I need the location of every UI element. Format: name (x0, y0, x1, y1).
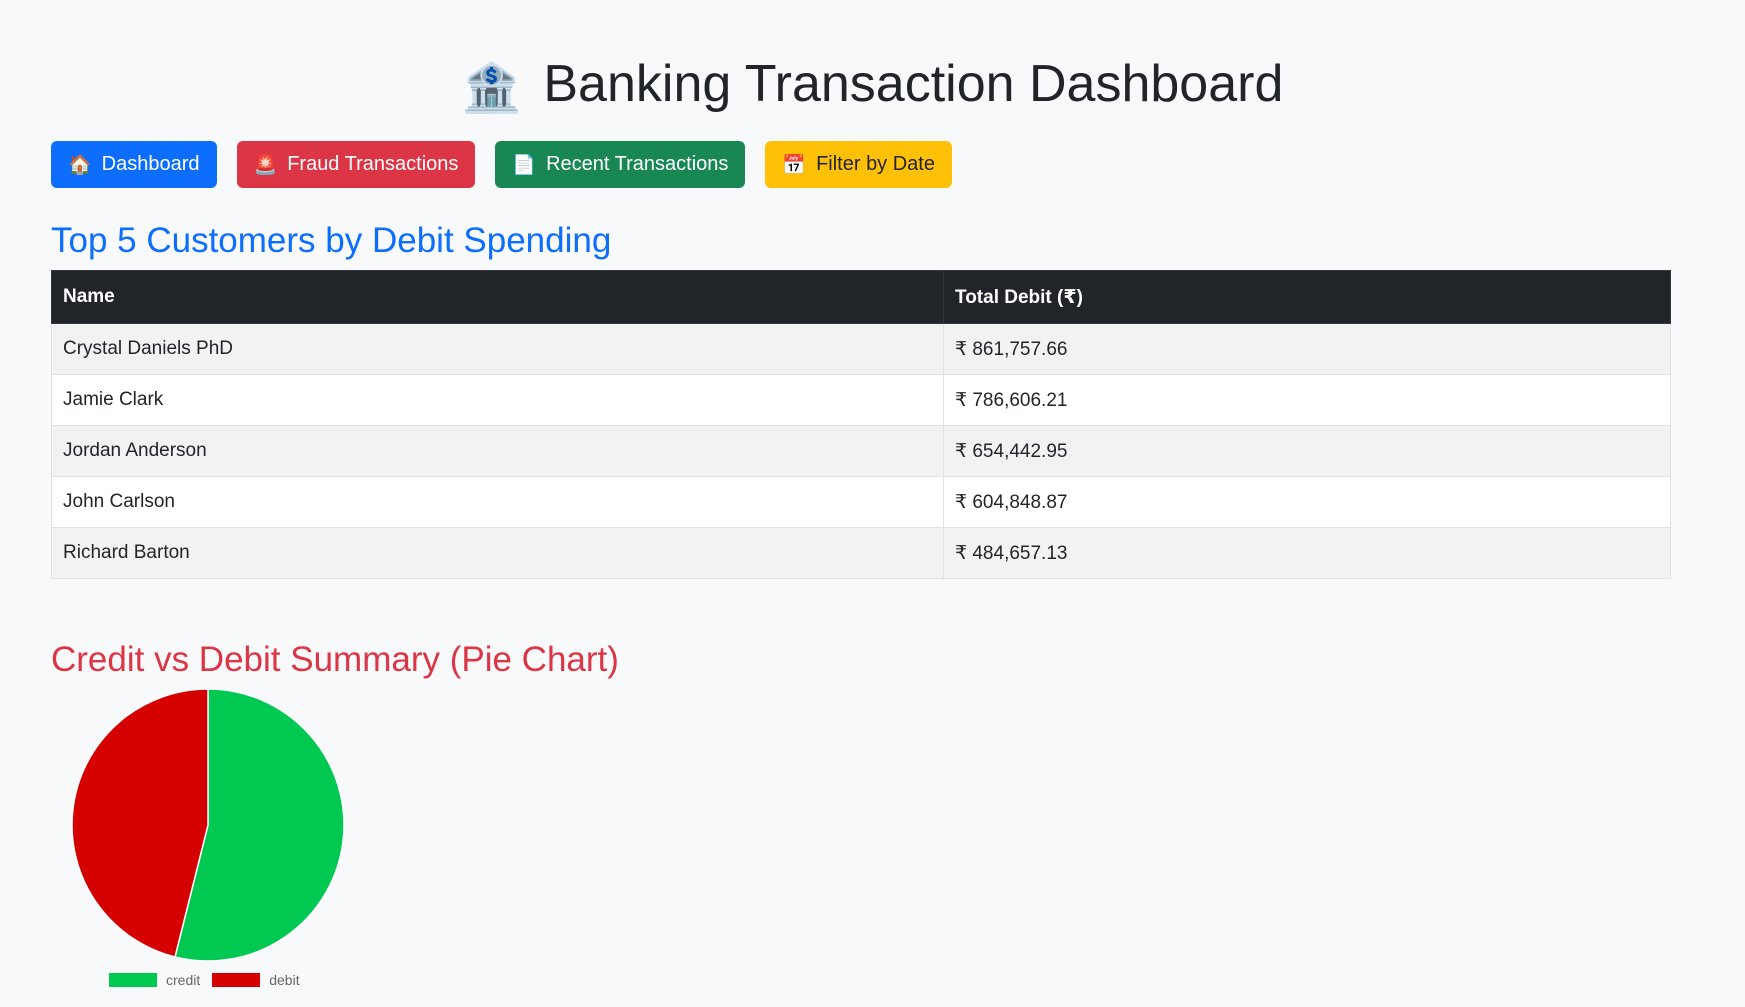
nav-bar: 🏠 Dashboard 🚨 Fraud Transactions 📄 Recent T… (51, 141, 952, 188)
dashboard-button[interactable]: 🏠 Dashboard (51, 141, 217, 188)
recent-transactions-button[interactable]: 📄 Recent Transactions (495, 141, 746, 188)
table-row: John Carlson ₹ 604,848.87 (51, 476, 1671, 528)
chart-legend: credit debit (109, 972, 312, 988)
alarm-light-icon: 🚨 (253, 154, 278, 176)
dashboard-button-label: Dashboard (101, 153, 200, 175)
credit-debit-summary-heading: Credit vs Debit Summary (Pie Chart) (51, 640, 619, 679)
total-debit-cell: ₹ 861,757.66 (943, 323, 1671, 375)
total-debit-cell: ₹ 604,848.87 (943, 476, 1671, 528)
total-debit-cell: ₹ 786,606.21 (943, 374, 1671, 426)
legend-item-credit[interactable]: credit (109, 972, 200, 988)
customer-name-cell: Jordan Anderson (51, 425, 944, 477)
filter-by-date-button[interactable]: 📅 Filter by Date (765, 141, 952, 188)
filter-by-date-button-label: Filter by Date (816, 153, 935, 175)
table-row: Crystal Daniels PhD ₹ 861,757.66 (51, 323, 1671, 375)
fraud-transactions-button[interactable]: 🚨 Fraud Transactions (236, 141, 476, 188)
top-customers-heading: Top 5 Customers by Debit Spending (51, 221, 612, 260)
credit-debit-pie-chart: credit debit (51, 686, 371, 996)
column-header-total-debit: Total Debit (₹) (943, 270, 1671, 324)
legend-item-debit[interactable]: debit (212, 972, 300, 988)
legend-swatch-credit (109, 973, 157, 987)
total-debit-cell: ₹ 654,442.95 (943, 425, 1671, 477)
document-icon: 📄 (512, 154, 537, 176)
top-customers-table: Name Total Debit (₹) Crystal Daniels PhD… (51, 270, 1671, 579)
column-header-name: Name (51, 270, 944, 324)
table-row: Jordan Anderson ₹ 654,442.95 (51, 425, 1671, 477)
pie-chart-svg (71, 688, 345, 962)
legend-swatch-debit (212, 973, 261, 987)
table-header-row: Name Total Debit (₹) (51, 270, 1671, 324)
table-row: Jamie Clark ₹ 786,606.21 (51, 374, 1671, 426)
customer-name-cell: Crystal Daniels PhD (51, 323, 944, 375)
recent-transactions-button-label: Recent Transactions (546, 153, 729, 175)
legend-label-debit: debit (269, 972, 300, 988)
page-title: 🏦 Banking Transaction Dashboard (0, 48, 1745, 125)
customer-name-cell: John Carlson (51, 476, 944, 528)
bank-icon: 🏦 (461, 62, 522, 115)
page-title-text: Banking Transaction Dashboard (543, 55, 1284, 113)
customer-name-cell: Richard Barton (51, 527, 944, 579)
table-row: Richard Barton ₹ 484,657.13 (51, 527, 1671, 579)
house-icon: 🏠 (68, 154, 92, 176)
dashboard-page: 🏦 Banking Transaction Dashboard 🏠 Dashboar… (0, 0, 1745, 1007)
fraud-transactions-button-label: Fraud Transactions (287, 153, 459, 175)
legend-label-credit: credit (166, 972, 201, 988)
customer-name-cell: Jamie Clark (51, 374, 944, 426)
total-debit-cell: ₹ 484,657.13 (943, 527, 1671, 579)
calendar-icon: 📅 (782, 154, 807, 176)
